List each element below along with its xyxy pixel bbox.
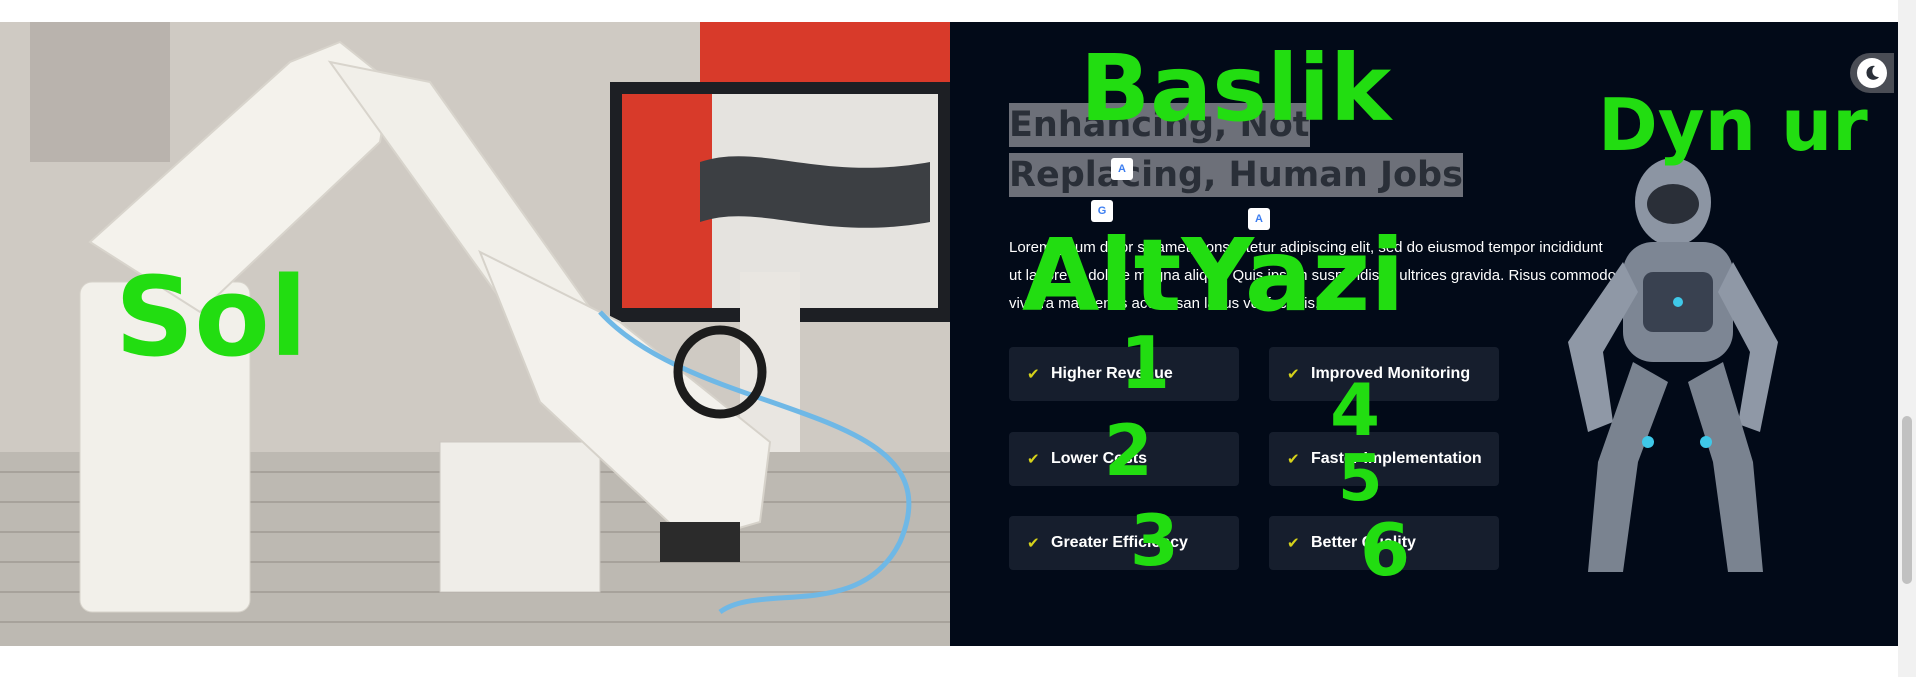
robot-arm-illustration (0, 22, 950, 646)
humanoid-robot-image (1528, 142, 1818, 582)
feature-label: Faster Implementation (1311, 450, 1482, 467)
translate-icon[interactable]: G (1091, 200, 1113, 222)
page-title: Enhancing, Not Replacing, Human Jobs (1009, 103, 1463, 197)
content-panel: Enhancing, Not Replacing, Human Jobs Lor… (950, 22, 1898, 646)
feature-item-higher-revenue: ✔ Higher Revenue (1009, 347, 1239, 401)
check-icon: ✔ (1287, 451, 1300, 468)
robot-arm-photo (0, 22, 950, 646)
check-icon: ✔ (1027, 451, 1040, 468)
humanoid-robot-illustration (1568, 158, 1778, 572)
feature-label: Greater Efficiency (1051, 534, 1188, 551)
feature-item-better-quality: ✔ Better Quality (1269, 516, 1499, 570)
theme-toggle-inner (1857, 58, 1887, 88)
feature-label: Improved Monitoring (1311, 365, 1471, 382)
check-icon: ✔ (1027, 366, 1040, 383)
feature-item-greater-efficiency: ✔ Greater Efficiency (1009, 516, 1239, 570)
scrollbar-thumb[interactable] (1902, 416, 1912, 584)
feature-label: Lower Costs (1051, 450, 1148, 467)
feature-label: Better Quality (1311, 534, 1416, 551)
feature-item-lower-costs: ✔ Lower Costs (1009, 432, 1239, 486)
check-icon: ✔ (1287, 366, 1300, 383)
feature-item-faster-implementation: ✔ Faster Implementation (1269, 432, 1499, 486)
translate-icon[interactable]: A (1248, 208, 1270, 230)
check-icon: ✔ (1027, 535, 1040, 552)
translate-icon[interactable]: A (1111, 158, 1133, 180)
theme-toggle-button[interactable] (1850, 53, 1894, 93)
feature-item-improved-monitoring: ✔ Improved Monitoring (1269, 347, 1499, 401)
check-icon: ✔ (1287, 535, 1300, 552)
feature-label: Higher Revenue (1051, 365, 1173, 382)
moon-icon (1866, 65, 1879, 80)
